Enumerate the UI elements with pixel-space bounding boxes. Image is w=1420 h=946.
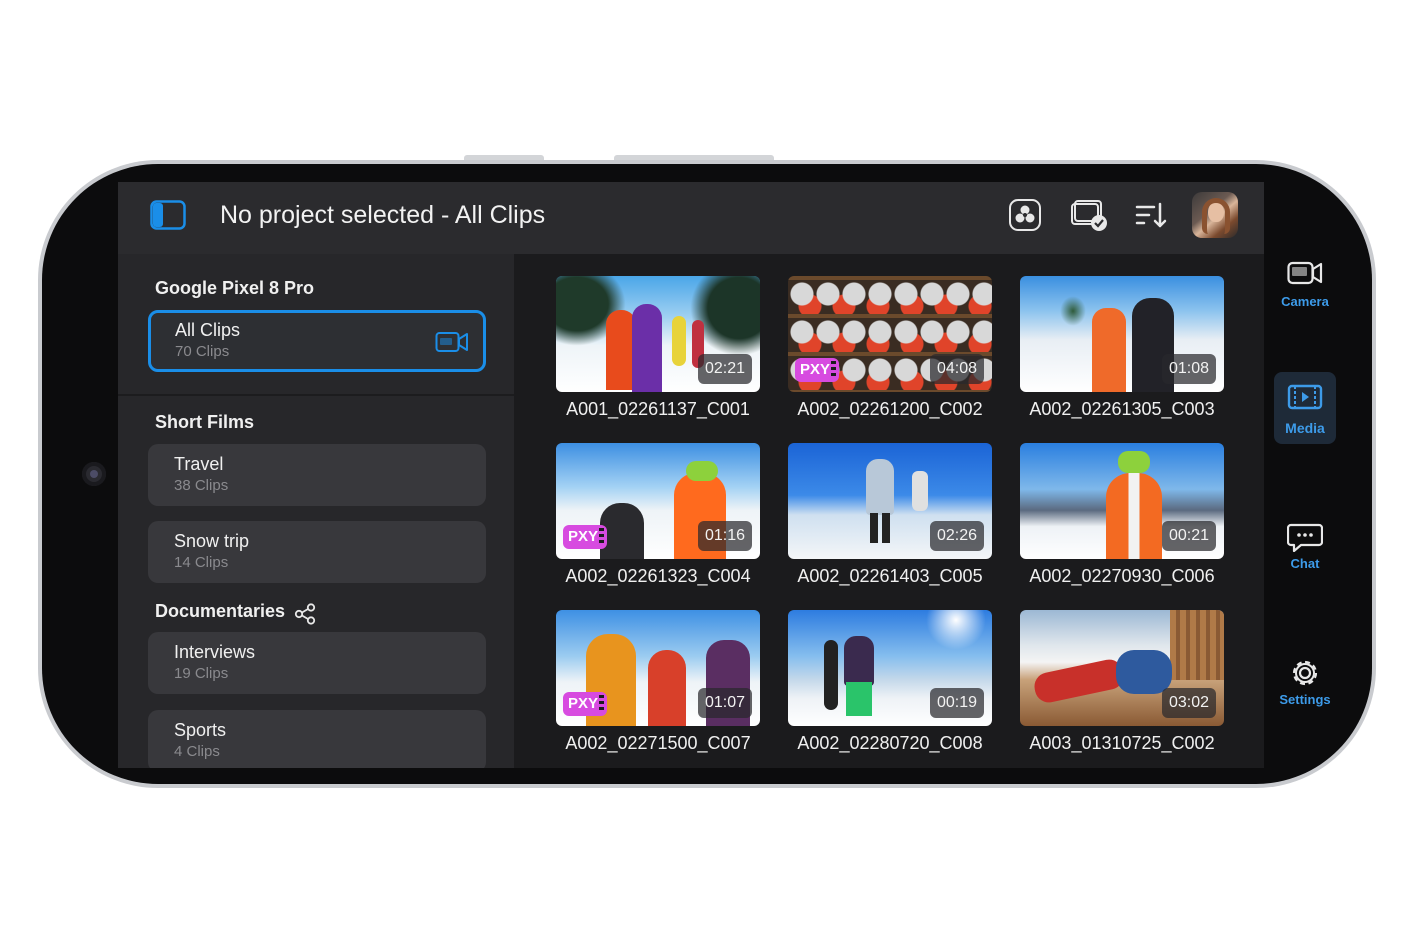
sidebar-item-count: 70 Clips: [175, 343, 230, 360]
pxy-badge-label: PXY: [568, 528, 599, 545]
sidebar-item-count: 4 Clips: [174, 743, 220, 760]
clip-name: A002_02261403_C005: [797, 566, 983, 586]
nav-rail: Camera Media Chat Settings: [1270, 240, 1340, 720]
clip-duration: 00:21: [1161, 521, 1216, 551]
sidebar-item-label: All Clips: [175, 320, 241, 340]
clip-name: A002_02261323_C004: [565, 566, 751, 586]
clip-duration: 01:16: [697, 521, 752, 551]
clip-card[interactable]: 00:21 A002_02270930_C006: [1020, 443, 1224, 603]
clip-thumbnail[interactable]: PXY 04:08: [788, 276, 992, 392]
clip-thumbnail[interactable]: 01:08: [1020, 276, 1224, 392]
clip-thumbnail[interactable]: 03:02: [1020, 610, 1224, 726]
sidebar-item-interviews[interactable]: Interviews 19 Clips: [148, 632, 486, 694]
clip-card[interactable]: 02:21 A001_02261137_C001: [556, 276, 760, 436]
sort-icon[interactable]: [1134, 198, 1168, 232]
sidebar-item-all-clips[interactable]: All Clips 70 Clips: [148, 310, 486, 372]
clip-card[interactable]: 01:08 A002_02261305_C003: [1020, 276, 1224, 436]
pxy-badge-label: PXY: [568, 695, 599, 712]
pxy-badge-label: PXY: [800, 361, 831, 378]
clip-duration: 01:07: [697, 688, 752, 718]
clip-name: A002_02261305_C003: [1029, 399, 1215, 419]
app-screen: No project selected - All Clips Google P…: [118, 182, 1264, 768]
clip-duration: 02:21: [697, 354, 752, 384]
clip-name: A002_02271500_C007: [565, 733, 751, 753]
nav-media[interactable]: Media: [1274, 372, 1336, 444]
sidebar-item-count: 14 Clips: [174, 554, 229, 571]
device-title: Google Pixel 8 Pro: [155, 278, 315, 298]
sidebar-item-label: Interviews: [174, 642, 256, 662]
clip-name: A002_02280720_C008: [797, 733, 983, 753]
page-title: No project selected - All Clips: [220, 201, 546, 229]
resolve-logo-icon[interactable]: [1008, 198, 1042, 232]
sidebar-item-count: 38 Clips: [174, 477, 229, 494]
sidebar-item-sports[interactable]: Sports 4 Clips: [148, 710, 486, 768]
sidebar-divider: [118, 394, 514, 396]
nav-label: Chat: [1290, 556, 1320, 571]
sidebar-item-snow-trip[interactable]: Snow trip 14 Clips: [148, 521, 486, 583]
sidebar: Google Pixel 8 Pro All Clips 70 Clips Sh…: [118, 254, 514, 768]
sidebar-item-count: 19 Clips: [174, 665, 229, 682]
clip-name: A002_02270930_C006: [1029, 566, 1215, 586]
clip-name: A002_02261200_C002: [797, 399, 983, 419]
group-title-short-films: Short Films: [155, 412, 255, 432]
nav-label: Camera: [1281, 294, 1329, 309]
nav-settings[interactable]: Settings: [1274, 648, 1336, 720]
clip-card[interactable]: 02:26 A002_02261403_C005: [788, 443, 992, 603]
pxy-badge: PXY: [563, 692, 607, 716]
chat-icon: [1287, 523, 1323, 552]
clip-name: A003_01310725_C002: [1029, 733, 1215, 753]
user-avatar[interactable]: [1192, 192, 1238, 238]
media-icon: [1287, 384, 1323, 410]
nav-camera[interactable]: Camera: [1274, 248, 1336, 320]
share-icon[interactable]: [294, 603, 316, 625]
clip-card[interactable]: 00:19 A002_02280720_C008: [788, 610, 992, 768]
sidebar-item-label: Snow trip: [174, 531, 250, 551]
clip-thumbnail[interactable]: PXY 01:16: [556, 443, 760, 559]
clip-thumbnail[interactable]: 00:19: [788, 610, 992, 726]
sidebar-item-travel[interactable]: Travel 38 Clips: [148, 444, 486, 506]
clip-grid: 02:21 A001_02261137_C001 PXY 04:08 A002_…: [514, 254, 1264, 768]
clip-duration: 01:08: [1161, 354, 1216, 384]
camera-icon: [1287, 261, 1323, 285]
nav-chat[interactable]: Chat: [1274, 512, 1336, 584]
camera-icon: [435, 332, 468, 352]
clip-duration: 04:08: [929, 354, 984, 384]
clip-duration: 03:02: [1161, 688, 1216, 718]
clip-name: A001_02261137_C001: [566, 399, 750, 419]
pxy-badge: PXY: [795, 358, 839, 382]
top-bar: No project selected - All Clips: [118, 182, 1264, 254]
clip-card[interactable]: PXY 04:08 A002_02261200_C002: [788, 276, 992, 436]
clip-thumbnail[interactable]: 02:26: [788, 443, 992, 559]
group-title-documentaries: Documentaries: [155, 601, 286, 621]
clip-thumbnail[interactable]: PXY 01:07: [556, 610, 760, 726]
clip-select-icon[interactable]: [1070, 198, 1110, 232]
gear-icon: [1292, 660, 1318, 686]
pxy-badge: PXY: [563, 525, 607, 549]
nav-label: Settings: [1279, 692, 1331, 707]
front-camera: [82, 462, 106, 486]
clip-card[interactable]: PXY 01:16 A002_02261323_C004: [556, 443, 760, 603]
clip-thumbnail[interactable]: 00:21: [1020, 443, 1224, 559]
clip-card[interactable]: 03:02 A003_01310725_C002: [1020, 610, 1224, 768]
clip-card[interactable]: PXY 01:07 A002_02271500_C007: [556, 610, 760, 768]
clip-duration: 00:19: [929, 688, 984, 718]
sidebar-item-label: Travel: [174, 454, 224, 474]
sidebar-toggle-icon[interactable]: [150, 200, 186, 230]
clip-duration: 02:26: [929, 521, 984, 551]
clip-thumbnail[interactable]: 02:21: [556, 276, 760, 392]
sidebar-item-label: Sports: [174, 720, 227, 740]
nav-label: Media: [1285, 420, 1325, 436]
